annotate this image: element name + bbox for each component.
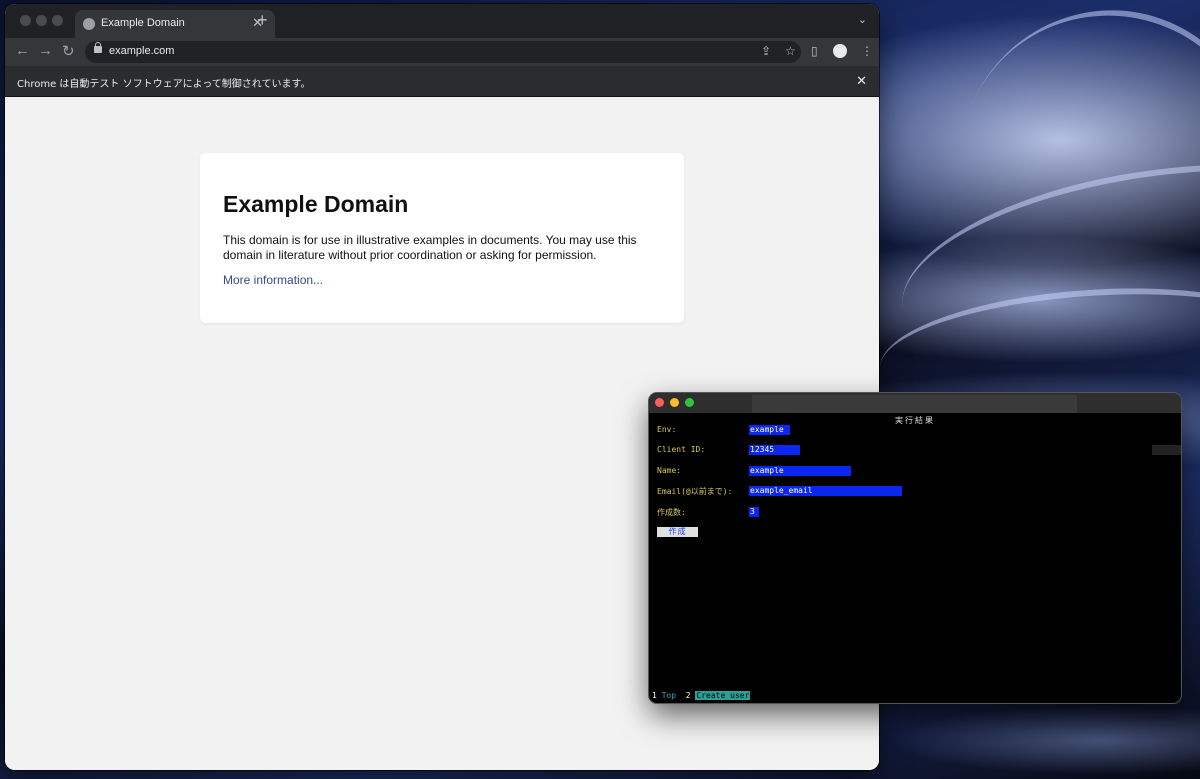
client-id-field[interactable]: 12345 [749, 445, 800, 455]
star-icon[interactable]: ☆ [785, 44, 796, 58]
tab-bar: Example Domain ✕ + ⌄ [5, 4, 879, 38]
terminal-window: 実行結果 Env: example Client ID: 12345 Name:… [649, 393, 1181, 703]
browser-tab[interactable]: Example Domain ✕ [75, 10, 275, 38]
terminal-zoom-button[interactable] [685, 398, 694, 407]
count-field[interactable]: 3 [749, 507, 759, 517]
status-bar: 1 Top 2 Create user [652, 691, 751, 701]
infobar-close-icon[interactable]: ✕ [856, 73, 867, 89]
name-label: Name: [657, 466, 682, 475]
more-info-link[interactable]: More information... [223, 273, 323, 287]
menu-icon[interactable]: ⋮ [861, 44, 873, 58]
tab-title: Example Domain [101, 17, 185, 29]
terminal-minimize-button[interactable] [670, 398, 679, 407]
infobar-text: Chrome は自動テスト ソフトウェアによって制御されています。 [17, 79, 311, 90]
share-icon[interactable]: ⇪ [761, 44, 771, 58]
forward-icon[interactable]: → [38, 42, 53, 59]
terminal-titlebar [649, 393, 1181, 413]
lock-icon[interactable] [94, 42, 102, 53]
form-title: 実行結果 [895, 416, 935, 425]
automation-infobar: Chrome は自動テスト ソフトウェアによって制御されています。 ✕ [5, 66, 879, 97]
page-heading: Example Domain [223, 191, 409, 217]
address-bar[interactable]: example.com ⇪ ☆ [85, 41, 801, 63]
reload-icon[interactable]: ↻ [62, 42, 75, 60]
client-id-label: Client ID: [657, 445, 706, 454]
env-label: Env: [657, 425, 677, 434]
profile-icon[interactable] [833, 44, 847, 58]
browser-toolbar: ← → ↻ example.com ⇪ ☆ ▯ ⋮ [5, 38, 879, 66]
window-close-button[interactable] [20, 15, 31, 26]
url-text[interactable]: example.com [109, 45, 174, 57]
globe-icon [83, 18, 95, 30]
scroll-indicator [1152, 445, 1181, 455]
tab-search-icon[interactable]: ⌄ [858, 13, 867, 26]
tab1-number: 1 [652, 691, 657, 700]
terminal-body: 実行結果 Env: example Client ID: 12345 Name:… [649, 413, 1181, 703]
tab2-number: 2 [685, 691, 691, 700]
name-field[interactable]: example [749, 466, 851, 476]
env-field[interactable]: example [749, 425, 790, 435]
new-tab-button[interactable]: + [257, 10, 268, 31]
content-card: Example Domain This domain is for use in… [200, 153, 684, 323]
email-label: Email(@以前まで): [657, 487, 733, 496]
count-label: 作成数: [657, 508, 686, 517]
page-body: This domain is for use in illustrative e… [223, 233, 637, 262]
tab-top[interactable]: Top [662, 691, 676, 700]
back-icon[interactable]: ← [15, 42, 30, 59]
email-field[interactable]: example_email [749, 486, 902, 496]
window-zoom-button[interactable] [52, 15, 63, 26]
terminal-close-button[interactable] [655, 398, 664, 407]
window-minimize-button[interactable] [36, 15, 47, 26]
sidepanel-icon[interactable]: ▯ [811, 44, 818, 58]
create-button[interactable]: 作成 [657, 527, 698, 537]
terminal-tab[interactable] [752, 395, 1077, 413]
tab-create-user[interactable]: Create user [695, 691, 751, 700]
